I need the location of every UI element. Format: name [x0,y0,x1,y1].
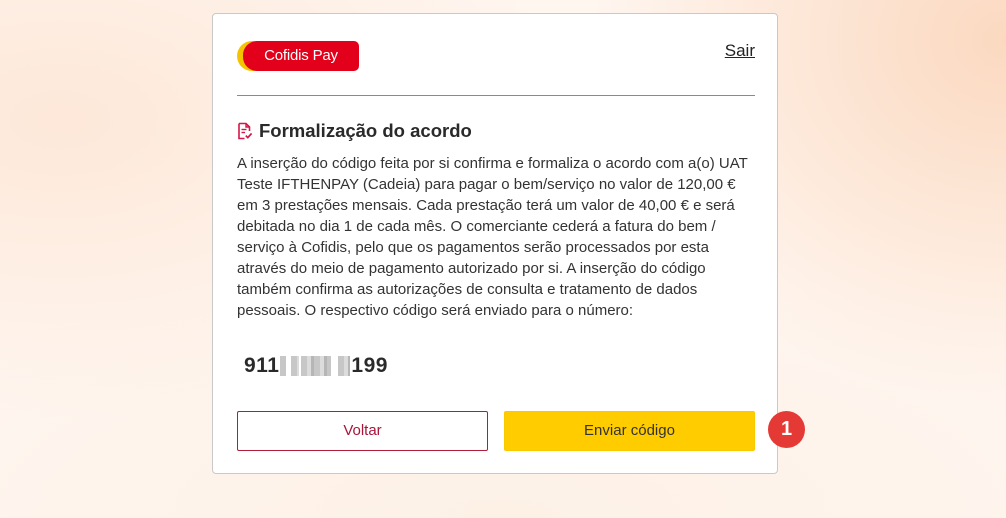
exit-link[interactable]: Sair [725,41,755,61]
phone-mask-pixels [338,356,351,376]
phone-prefix: 911 [244,354,280,377]
step-number-badge: 1 [768,411,805,448]
masked-phone-number: 911 199 [244,352,388,380]
cofidis-pay-logo: Cofidis Pay [237,41,359,71]
phone-suffix: 199 [351,354,388,377]
phone-mask-pixels [301,356,332,376]
agreement-text: A inserção do código feita por si confir… [237,155,748,319]
back-button[interactable]: Voltar [237,411,488,451]
document-check-icon [237,122,253,140]
phone-mask-pixels [280,356,287,376]
section-heading: Formalização do acordo [237,120,472,142]
card-header: Cofidis Pay Sair [237,40,755,74]
header-divider [237,95,755,96]
phone-mask-pixels [291,356,300,376]
authorization-card: Cofidis Pay Sair Formalização do acordo … [212,13,778,474]
send-code-button[interactable]: Enviar código [504,411,755,451]
section-title: Formalização do acordo [259,120,472,141]
logo-wordmark: Cofidis Pay [243,41,359,71]
